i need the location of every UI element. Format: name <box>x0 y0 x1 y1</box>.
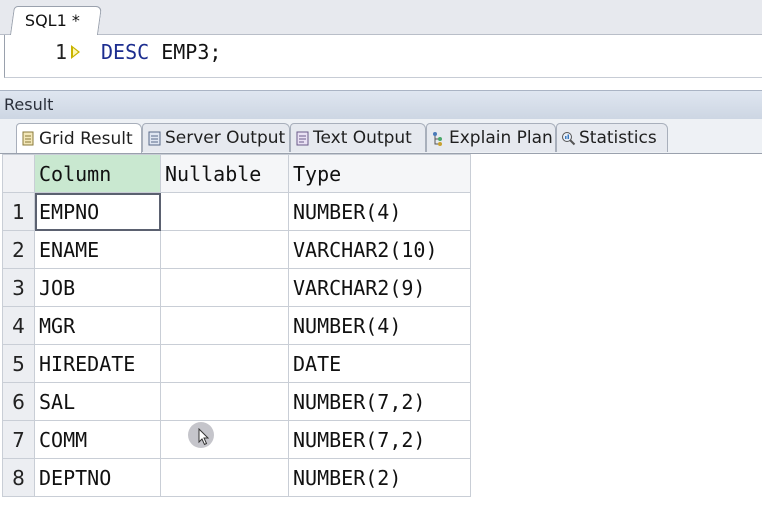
sql-keyword: DESC <box>101 40 150 64</box>
server-output-icon <box>147 131 162 146</box>
editor-tabstrip: SQL1 * <box>0 0 762 35</box>
mouse-cursor-icon <box>188 422 214 448</box>
cell-nullable[interactable] <box>160 268 289 307</box>
cell-column[interactable]: EMPNO <box>34 192 161 231</box>
tab-text-output[interactable]: Text Output <box>290 123 426 152</box>
result-title: Result <box>4 95 54 114</box>
table-row[interactable]: 5 HIREDATE DATE <box>2 344 471 383</box>
cell-column[interactable]: JOB <box>34 268 161 307</box>
row-number[interactable]: 7 <box>2 420 35 459</box>
cell-nullable[interactable] <box>160 458 289 497</box>
cell-type[interactable]: NUMBER(7,2) <box>288 420 471 459</box>
tab-grid-result[interactable]: Grid Result <box>16 123 142 153</box>
row-number[interactable]: 1 <box>2 192 35 231</box>
cell-column[interactable]: MGR <box>34 306 161 345</box>
cell-column[interactable]: SAL <box>34 382 161 421</box>
cell-column[interactable]: HIREDATE <box>34 344 161 383</box>
table-row[interactable]: 4 MGR NUMBER(4) <box>2 306 471 345</box>
line-number: 1 <box>54 40 67 64</box>
cell-nullable[interactable] <box>160 420 289 459</box>
tab-statistics-label: Statistics <box>579 128 657 148</box>
tab-grid-result-label: Grid Result <box>39 128 133 149</box>
grid-corner[interactable] <box>2 154 35 193</box>
row-number[interactable]: 5 <box>2 344 35 383</box>
cell-nullable[interactable] <box>160 192 289 231</box>
run-arrow-icon[interactable] <box>71 45 80 59</box>
code-line[interactable]: DESC EMP3; <box>101 40 221 64</box>
grid-result-icon <box>21 131 36 146</box>
tab-statistics[interactable]: Statistics <box>556 123 668 152</box>
cell-type[interactable]: VARCHAR2(10) <box>288 230 471 269</box>
table-row[interactable]: 6 SAL NUMBER(7,2) <box>2 382 471 421</box>
cell-type[interactable]: DATE <box>288 344 471 383</box>
cell-nullable[interactable] <box>160 344 289 383</box>
text-output-icon <box>295 131 310 146</box>
tab-sql1[interactable]: SQL1 * <box>9 6 103 35</box>
table-row[interactable]: 1 EMPNO NUMBER(4) <box>2 192 471 231</box>
table-row[interactable]: 2 ENAME VARCHAR2(10) <box>2 230 471 269</box>
table-row[interactable]: 7 COMM NUMBER(7,2) <box>2 420 471 459</box>
row-number[interactable]: 8 <box>2 458 35 497</box>
tab-explain-plan-label: Explain Plan <box>449 128 553 148</box>
result-panel-header: Result <box>0 90 762 119</box>
tab-text-output-label: Text Output <box>313 128 412 148</box>
column-header-column[interactable]: Column <box>34 154 161 193</box>
tab-explain-plan[interactable]: Explain Plan <box>426 123 556 152</box>
row-number[interactable]: 4 <box>2 306 35 345</box>
explain-plan-icon <box>431 131 446 146</box>
grid-result-area: Column Nullable Type 1 EMPNO NUMBER(4) 2… <box>0 154 762 508</box>
cell-column[interactable]: COMM <box>34 420 161 459</box>
column-header-type[interactable]: Type <box>288 154 471 193</box>
table-row[interactable]: 8 DEPTNO NUMBER(2) <box>2 458 471 497</box>
cell-type[interactable]: NUMBER(4) <box>288 306 471 345</box>
statistics-icon <box>561 131 576 146</box>
cell-nullable[interactable] <box>160 382 289 421</box>
result-tabstrip: Grid Result Server Output Text Output Ex… <box>0 119 762 154</box>
cell-column[interactable]: DEPTNO <box>34 458 161 497</box>
tab-server-output[interactable]: Server Output <box>142 123 290 152</box>
sql-text: EMP3; <box>149 40 222 64</box>
cell-type[interactable]: NUMBER(4) <box>288 192 471 231</box>
row-number[interactable]: 3 <box>2 268 35 307</box>
tab-server-output-label: Server Output <box>165 128 286 148</box>
result-grid: Column Nullable Type 1 EMPNO NUMBER(4) 2… <box>2 154 471 497</box>
cell-type[interactable]: VARCHAR2(9) <box>288 268 471 307</box>
row-number[interactable]: 2 <box>2 230 35 269</box>
table-row[interactable]: 3 JOB VARCHAR2(9) <box>2 268 471 307</box>
sql-editor[interactable]: 1 DESC EMP3; <box>4 35 762 78</box>
cell-type[interactable]: NUMBER(2) <box>288 458 471 497</box>
tab-sql1-label: SQL1 * <box>24 11 80 30</box>
cell-type[interactable]: NUMBER(7,2) <box>288 382 471 421</box>
cell-column[interactable]: ENAME <box>34 230 161 269</box>
row-number[interactable]: 6 <box>2 382 35 421</box>
column-header-nullable[interactable]: Nullable <box>160 154 289 193</box>
cell-nullable[interactable] <box>160 230 289 269</box>
cell-nullable[interactable] <box>160 306 289 345</box>
